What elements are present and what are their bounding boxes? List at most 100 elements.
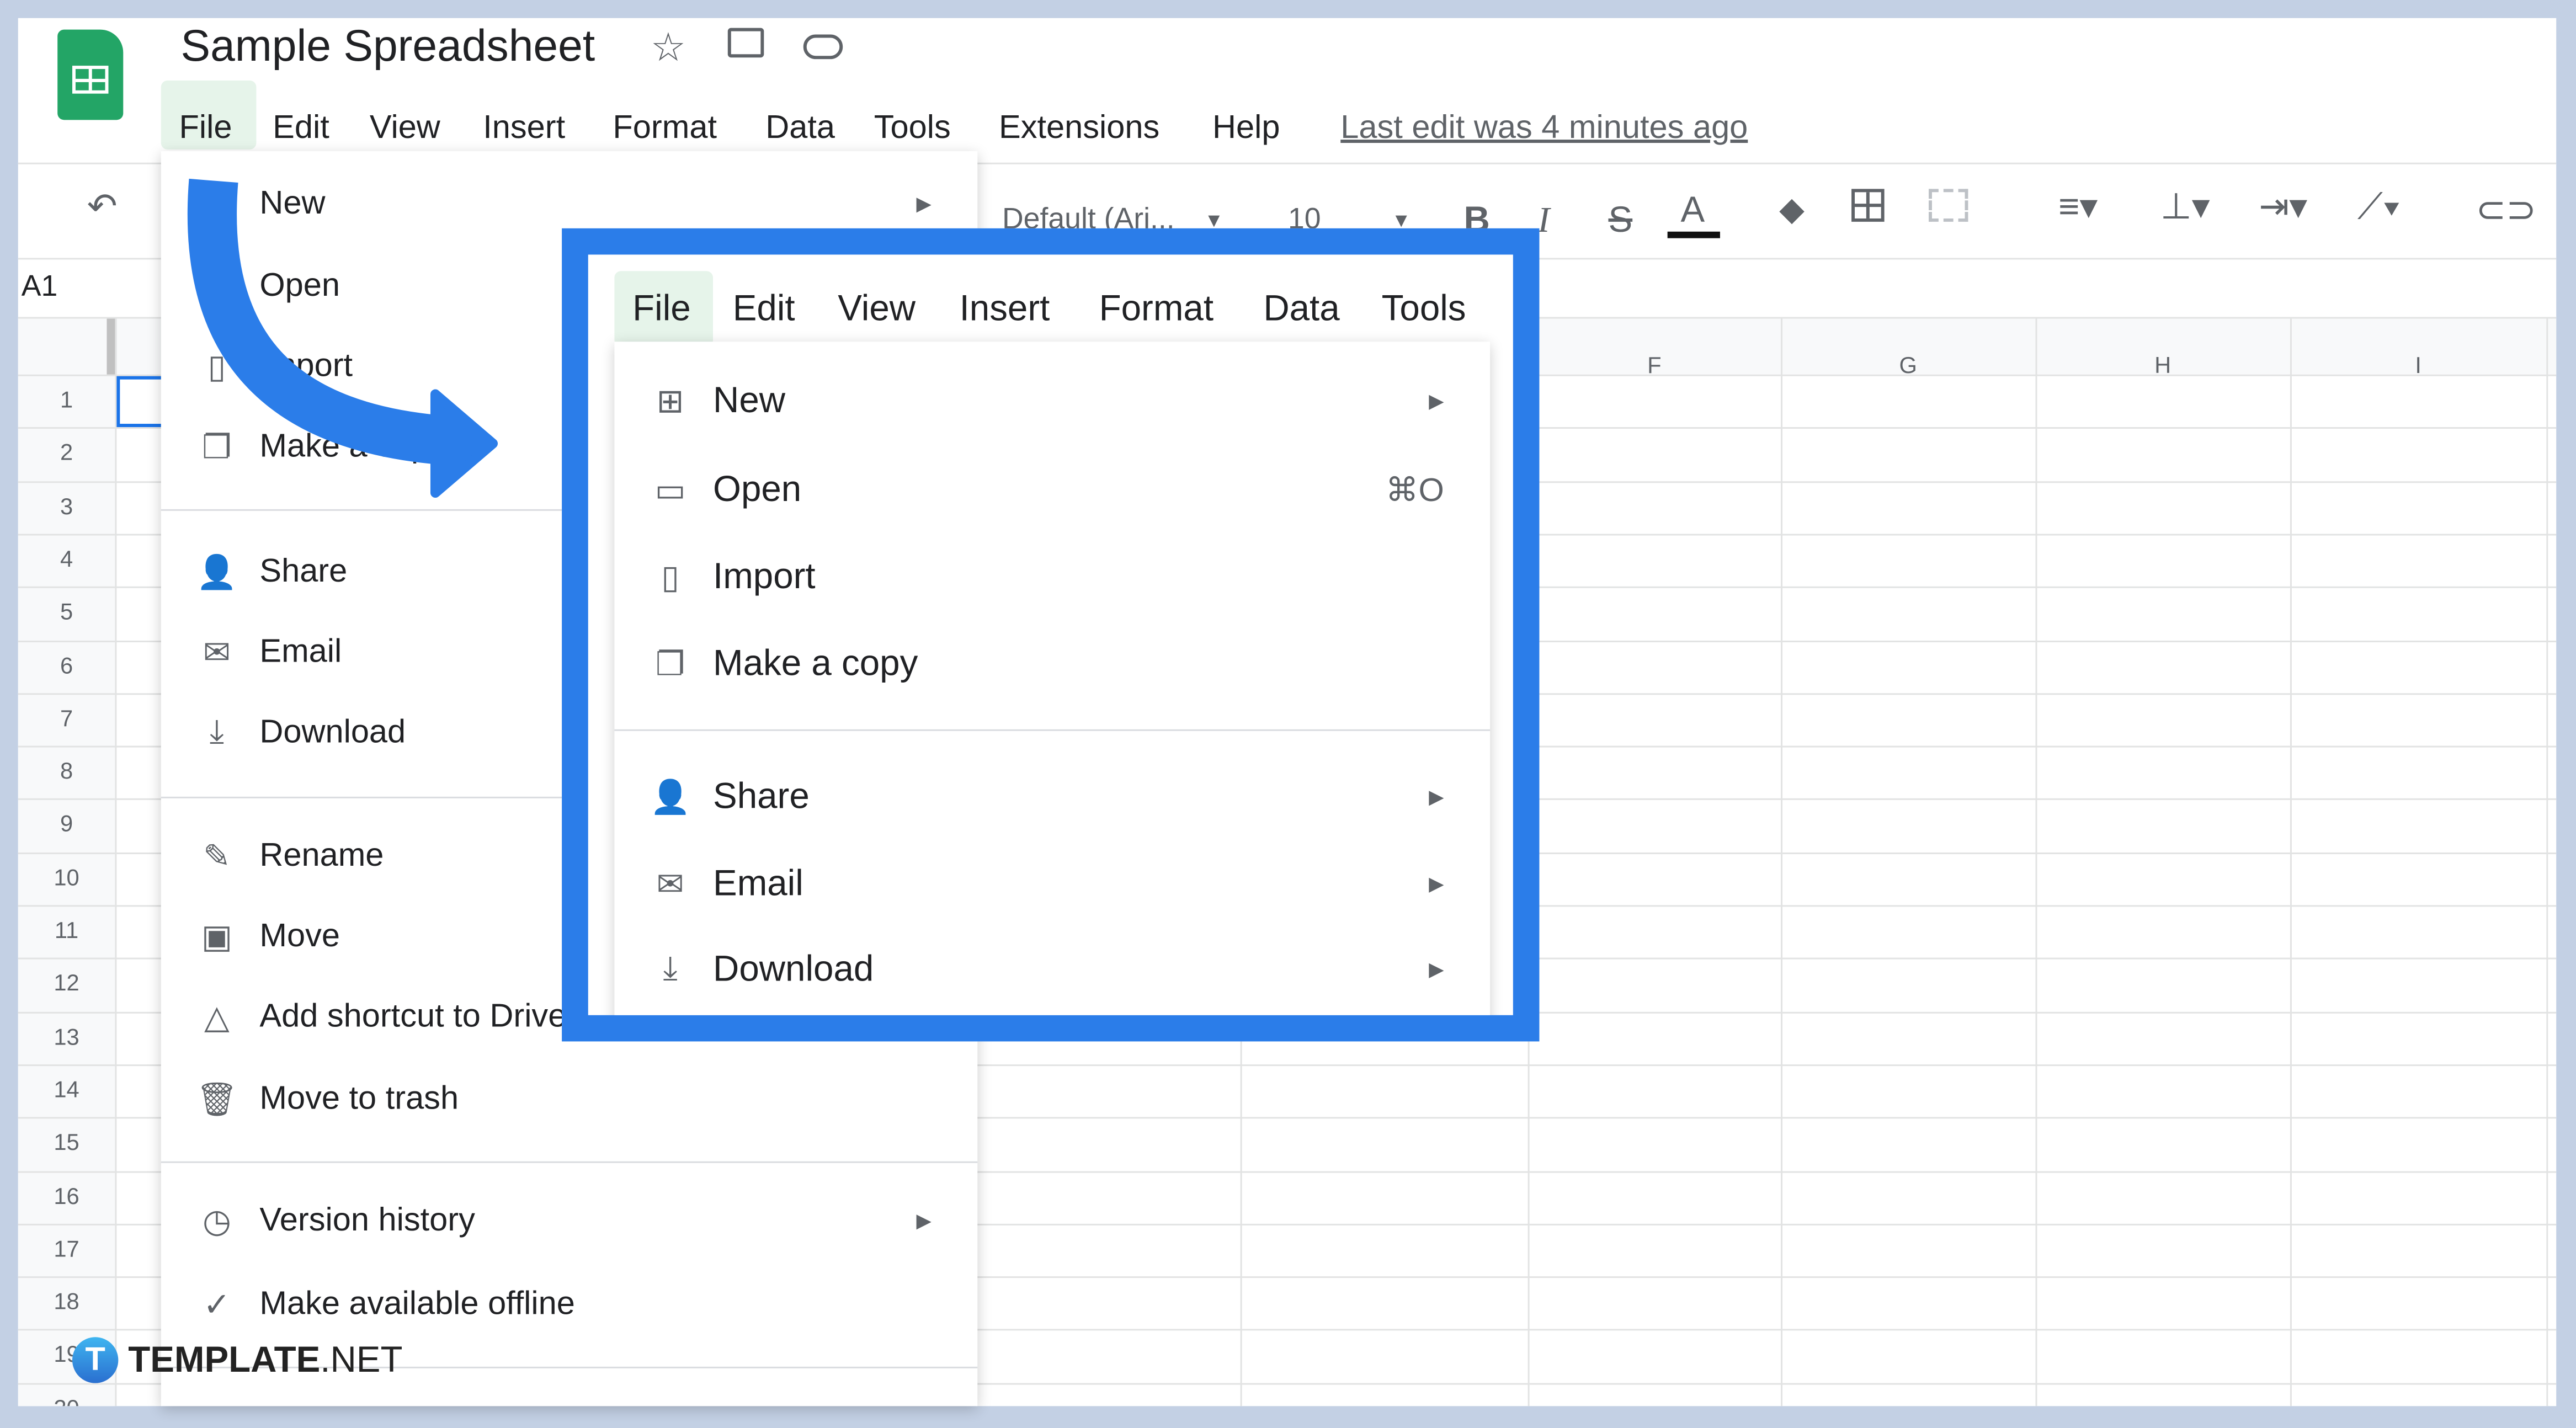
row-header[interactable]: 20 (18, 1394, 115, 1406)
column-header-g[interactable]: G (1781, 351, 2035, 378)
callout-item-email[interactable]: ✉ Email ▶ (614, 851, 1490, 917)
menu-divider (614, 729, 1491, 731)
menu-data[interactable]: Data (765, 110, 835, 147)
move-folder-icon[interactable] (727, 28, 764, 58)
callout-menu-file[interactable]: File (632, 287, 691, 330)
menu-tools[interactable]: Tools (874, 110, 951, 147)
row-header[interactable]: 11 (18, 917, 115, 943)
name-box[interactable]: A1 (22, 269, 58, 304)
menu-divider (161, 1161, 978, 1163)
row-header[interactable]: 8 (18, 758, 115, 784)
row-header[interactable]: 5 (18, 598, 115, 625)
menu-item-label: Share (713, 775, 810, 817)
menu-item-label: Make a copy (713, 642, 918, 684)
folder-move-icon: ▣ (201, 919, 233, 956)
callout-item-import[interactable]: ▯ Import (614, 544, 1490, 609)
menu-extensions[interactable]: Extensions (999, 110, 1159, 147)
callout-item-download[interactable]: ⤓ Download ▶ (614, 936, 1490, 1002)
row-header[interactable]: 13 (18, 1022, 115, 1049)
strikethrough-button[interactable]: S (1608, 199, 1632, 241)
column-header-h[interactable]: H (2036, 351, 2290, 378)
menu-item-label: Import (713, 555, 816, 596)
row-header[interactable]: 16 (18, 1182, 115, 1208)
menu-item-label: New (713, 379, 786, 421)
star-icon[interactable]: ☆ (651, 25, 686, 72)
file-menu-item-make-available-offline[interactable]: ✓ Make available offline (161, 1271, 978, 1337)
italic-button[interactable]: I (1537, 199, 1550, 241)
shortcut-label: ⌘O (1385, 472, 1444, 509)
row-header[interactable]: 14 (18, 1076, 115, 1102)
menu-item-label: Make available offline (259, 1285, 575, 1322)
merge-cells-icon[interactable] (1928, 189, 1968, 222)
file-menu-item-move-to-trash[interactable]: 🗑 Move to trash (161, 1066, 978, 1132)
text-wrap-icon[interactable]: ⇥▾ (2259, 185, 2307, 228)
trash-icon: 🗑 (196, 1081, 238, 1118)
callout-menu-tools[interactable]: Tools (1382, 287, 1466, 330)
menu-file[interactable]: File (179, 110, 232, 147)
row-header[interactable]: 4 (18, 545, 115, 572)
callout-menu-view[interactable]: View (838, 287, 916, 330)
borders-icon[interactable] (1851, 189, 1885, 222)
submenu-arrow-icon: ▶ (1429, 389, 1444, 413)
menu-view[interactable]: View (370, 110, 440, 147)
text-color-swatch (1667, 231, 1720, 238)
row-header[interactable]: 9 (18, 811, 115, 837)
row-header[interactable]: 1 (18, 386, 115, 413)
row-header[interactable]: 18 (18, 1288, 115, 1314)
column-header-i[interactable]: I (2290, 351, 2546, 378)
link-icon[interactable]: ⊂⊃ (2476, 189, 2536, 231)
submenu-arrow-icon: ▶ (916, 192, 932, 215)
row-header[interactable]: 7 (18, 705, 115, 731)
row-header[interactable]: 2 (18, 439, 115, 466)
document-title[interactable]: Sample Spreadsheet (180, 22, 595, 72)
text-color-button[interactable]: A (1680, 189, 1705, 231)
menu-item-label: Download (713, 947, 874, 989)
vertical-align-icon[interactable]: ⊥▾ (2160, 185, 2210, 228)
callout-item-make-a-copy[interactable]: ❐ Make a copy (614, 631, 1490, 696)
row-header[interactable]: 12 (18, 969, 115, 996)
watermark-suffix: .NET (320, 1339, 403, 1380)
undo-icon[interactable]: ↶ (87, 185, 118, 228)
mail-icon: ✉ (656, 866, 684, 903)
fill-color-icon[interactable]: ◆ (1779, 189, 1805, 230)
submenu-arrow-icon: ▶ (1429, 957, 1444, 981)
row-header[interactable]: 10 (18, 864, 115, 890)
callout-menu-insert[interactable]: Insert (960, 287, 1050, 330)
menu-help[interactable]: Help (1212, 110, 1280, 147)
submenu-arrow-icon: ▶ (1429, 872, 1444, 896)
menu-item-label: Add shortcut to Drive (259, 998, 567, 1035)
callout-item-open[interactable]: ▭ Open ⌘O (614, 457, 1490, 523)
offline-icon: ✓ (203, 1287, 231, 1323)
callout-file-dropdown: ⊞ New ▶ ▭ Open ⌘O ▯ Import ❐ Make a copy 👤 Share ▶ ✉ E… (614, 342, 1491, 1015)
history-icon: ◷ (202, 1203, 231, 1240)
menu-format[interactable]: Format (613, 110, 717, 147)
column-line (2035, 318, 2037, 1406)
column-line (2546, 318, 2548, 1406)
menu-item-label: Open (713, 468, 802, 509)
callout-item-share[interactable]: 👤 Share ▶ (614, 764, 1490, 829)
callout-item-new[interactable]: ⊞ New ▶ (614, 368, 1490, 434)
template-net-watermark: T TEMPLATE .NET (72, 1337, 403, 1383)
callout-menu-format[interactable]: Format (1099, 287, 1214, 330)
menu-edit[interactable]: Edit (273, 110, 329, 147)
row-header[interactable]: 15 (18, 1129, 115, 1155)
sheets-logo[interactable] (57, 29, 124, 120)
callout-menu-data[interactable]: Data (1263, 287, 1339, 330)
download-icon: ⤓ (209, 713, 225, 750)
file-menu-item-version-history[interactable]: ◷ Version history ▶ (161, 1187, 978, 1253)
text-rotate-icon[interactable]: ⟋▾ (2357, 185, 2401, 228)
menu-item-label: Move to trash (259, 1080, 459, 1116)
column-header-f[interactable]: F (1528, 351, 1781, 378)
menu-item-label: Email (259, 633, 342, 670)
last-edit-link[interactable]: Last edit was 4 minutes ago (1340, 110, 1748, 147)
callout-menu-edit[interactable]: Edit (733, 287, 795, 330)
align-icon[interactable]: ≡▾ (2058, 185, 2098, 228)
row-header[interactable]: 6 (18, 651, 115, 678)
cloud-status-icon[interactable] (803, 34, 843, 60)
pointer-arrow (187, 178, 498, 498)
row-header[interactable]: 3 (18, 492, 115, 519)
menu-insert[interactable]: Insert (483, 110, 565, 147)
download-icon: ⤓ (663, 950, 678, 987)
mail-icon: ✉ (203, 635, 231, 672)
row-header[interactable]: 17 (18, 1235, 115, 1261)
